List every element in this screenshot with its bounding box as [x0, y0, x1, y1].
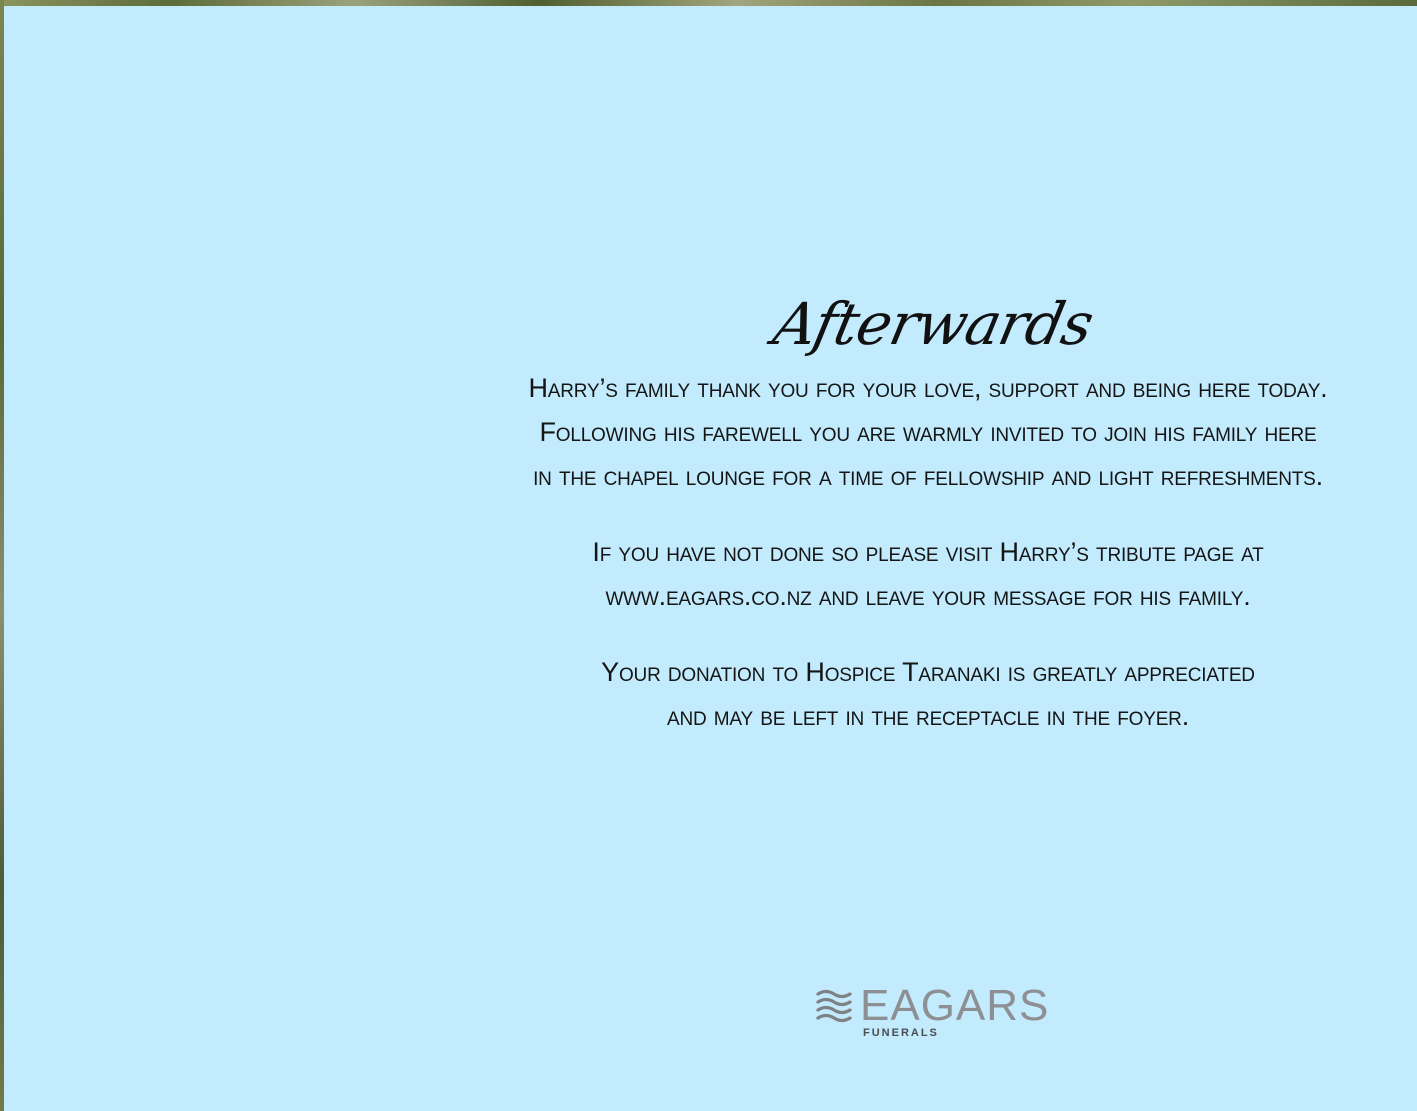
afterwards-section: Afterwards Harry’s family thank you for …	[438, 282, 1417, 738]
text-line: in the chapel lounge for a time of fello…	[533, 461, 1323, 491]
text-line: If you have not done so please visit Har…	[592, 537, 1264, 567]
eagars-logo: EAGARS FUNERALS	[816, 982, 1048, 1046]
heading-wrapper: Afterwards	[438, 282, 1417, 366]
logo-wordmark: EAGARS	[860, 981, 1050, 1030]
text-line: Your donation to Hospice Taranaki is gre…	[601, 657, 1255, 687]
text-line: and may be left in the receptacle in the…	[666, 701, 1190, 731]
text-line: www.eagars.co.nz and leave your message …	[605, 581, 1251, 611]
donation-paragraph: Your donation to Hospice Taranaki is gre…	[438, 650, 1417, 738]
wave-lines-icon	[816, 989, 852, 1023]
logo-subtitle: FUNERALS	[863, 1027, 939, 1039]
thank-you-paragraph: Harry’s family thank you for your love, …	[438, 366, 1417, 498]
text-line: Harry’s family thank you for your love, …	[528, 373, 1328, 403]
page-title: Afterwards	[767, 290, 1099, 358]
text-line: Following his farewell you are warmly in…	[539, 417, 1317, 447]
tribute-paragraph: If you have not done so please visit Har…	[438, 530, 1417, 618]
